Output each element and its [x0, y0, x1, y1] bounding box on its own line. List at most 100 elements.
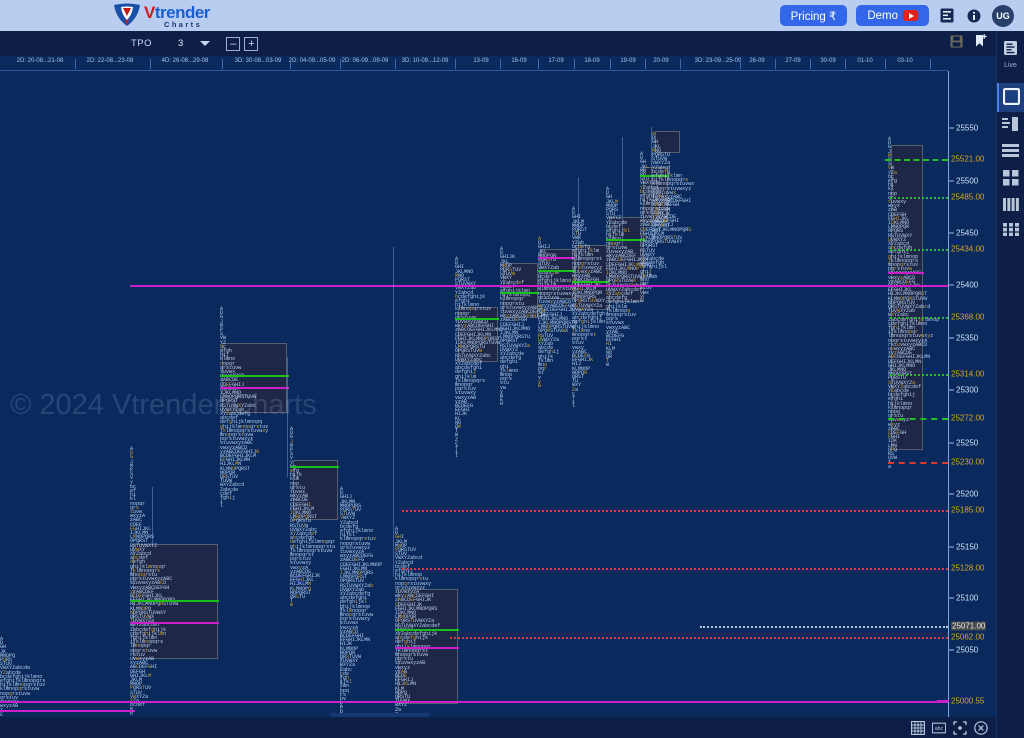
- date-axis-tick: [222, 59, 223, 69]
- abc-labels-icon[interactable]: abc: [932, 721, 946, 735]
- date-axis-tick: [845, 59, 846, 69]
- demo-label: Demo: [867, 9, 898, 22]
- svg-text:abc: abc: [935, 726, 944, 732]
- single-print-tick: [287, 357, 288, 477]
- sidebar-item-live[interactable]: Live: [997, 35, 1024, 71]
- price-axis-major-label: 25150: [949, 543, 978, 552]
- tpo-letter-row: W: [290, 602, 294, 609]
- reference-line: [700, 626, 948, 628]
- sidebar-item-columns[interactable]: [997, 193, 1024, 218]
- demo-button[interactable]: Demo: [856, 5, 929, 26]
- tpo-letter-row: B: [640, 298, 644, 304]
- poc-line: [395, 629, 459, 631]
- date-axis-tick: [930, 59, 931, 69]
- price-axis-major-label: 25100: [949, 594, 978, 603]
- crosshair-icon[interactable]: [953, 720, 967, 735]
- price-level-label[interactable]: 25314.00: [951, 370, 984, 379]
- single-print-tick: [340, 602, 341, 717]
- price-axis-major-label: 25200: [949, 490, 978, 499]
- tpo-period-value[interactable]: 3: [178, 38, 183, 49]
- price-level-label[interactable]: 25272.00: [951, 414, 984, 423]
- price-level-label[interactable]: 25521.00: [951, 155, 984, 164]
- date-axis-label: 20-09: [653, 58, 669, 64]
- date-axis-label: 27-09: [785, 58, 801, 64]
- date-axis-label: 2D: 22-08...23-08: [86, 58, 134, 64]
- price-level-label[interactable]: 25185.00: [951, 506, 984, 515]
- price-level-label[interactable]: 25434.00: [951, 245, 984, 254]
- date-axis-tick: [75, 59, 76, 69]
- date-axis-tick: [680, 59, 681, 69]
- youtube-play-icon: [903, 10, 918, 21]
- sidebar-item-grid-four[interactable]: [997, 165, 1024, 193]
- bottom-toolbar: abc: [0, 717, 996, 738]
- price-level-label[interactable]: 25230.00: [951, 458, 984, 467]
- date-axis-tick: [340, 59, 341, 69]
- avatar[interactable]: UG: [992, 4, 1014, 27]
- pricing-label: Pricing ₹: [790, 10, 837, 23]
- chart-toolbar: TPO 3 – +: [0, 31, 996, 57]
- price-axis-major-label: 25050: [949, 646, 978, 655]
- reference-line: [450, 637, 948, 639]
- price-level-label[interactable]: 25071.00: [951, 621, 987, 631]
- date-axis-label: 2D: 04-09...05-09: [288, 58, 336, 64]
- date-axis-label: 3D: 10-09...12-09: [401, 58, 449, 64]
- sidebar-item-live-label: Live: [1004, 62, 1017, 69]
- chart-plot-area[interactable]: © 2024 Vtrender Charts A D GH JK MNOPQ PQRS ST…: [0, 71, 948, 717]
- increment-button[interactable]: +: [244, 36, 259, 51]
- price-level-label[interactable]: 25368.00: [951, 313, 984, 322]
- reference-line: [0, 701, 948, 703]
- date-axis-label: 13-09: [473, 58, 489, 64]
- date-axis-label: 17-09: [548, 58, 564, 64]
- tpo-letter-row: l: [572, 403, 576, 410]
- poc-line: [500, 292, 539, 294]
- price-axis-major-label: 25300: [949, 386, 978, 395]
- price-level-label[interactable]: 25000.55: [951, 697, 984, 706]
- pricing-button[interactable]: Pricing ₹: [779, 5, 848, 26]
- magenta-reference-line: [220, 387, 289, 389]
- date-axis[interactable]: 2D: 20-08...21-08 2D: 22-08...23-08 4D: 26…: [0, 57, 948, 71]
- reference-line: [0, 710, 135, 712]
- sidebar-item-grid-nine[interactable]: [997, 218, 1024, 243]
- notes-icon[interactable]: [938, 7, 956, 25]
- magenta-reference-line: [130, 622, 219, 624]
- date-axis-tick: [885, 59, 886, 69]
- price-axis-major-label: 25400: [949, 281, 978, 290]
- date-axis-label: 26-09: [749, 58, 765, 64]
- date-axis-tick: [645, 59, 646, 69]
- split-pane-icon: [1002, 117, 1019, 137]
- date-axis-label: 30-09: [820, 58, 836, 64]
- stacked-rows-icon: [1002, 144, 1019, 163]
- bookmark-add-icon[interactable]: [974, 34, 988, 53]
- reference-line: [402, 510, 948, 512]
- close-circle-icon[interactable]: [974, 720, 988, 735]
- sidebar-item-single-pane[interactable]: [996, 83, 1024, 112]
- date-axis-label: 01-10: [857, 58, 873, 64]
- avatar-initials: UG: [996, 10, 1010, 21]
- sidebar-item-split-pane[interactable]: [997, 112, 1024, 139]
- decrement-button[interactable]: –: [226, 36, 241, 51]
- save-icon[interactable]: [950, 35, 963, 53]
- date-axis-label: 18-09: [584, 58, 600, 64]
- reference-line: [888, 462, 948, 464]
- tpo-letter-row: l: [455, 453, 459, 460]
- toolbar-right-actions: [950, 34, 988, 53]
- info-icon[interactable]: [965, 7, 983, 25]
- single-print-tick: [393, 247, 394, 577]
- vtrender-logo-icon: [112, 2, 142, 28]
- brand-logo[interactable]: Vtrender Charts: [112, 2, 210, 29]
- tpo-letter-row: B: [538, 383, 542, 389]
- live-document-icon: [1003, 40, 1018, 61]
- single-print-tick: [152, 487, 153, 547]
- date-axis-label: 3D: 30-08...03-09: [234, 58, 282, 64]
- chevron-down-icon[interactable]: [200, 41, 211, 46]
- price-level-label[interactable]: 25062.00: [951, 633, 984, 642]
- date-axis-tick: [810, 59, 811, 69]
- sidebar-item-stacked-rows[interactable]: [997, 139, 1024, 165]
- price-level-label[interactable]: 25128.00: [951, 564, 984, 573]
- grid-toggle-icon[interactable]: [911, 720, 925, 735]
- chart-panel[interactable]: 2D: 20-08...21-08 2D: 22-08...23-08 4D: 26…: [0, 57, 996, 717]
- right-sidebar: Live: [996, 31, 1024, 738]
- price-level-label[interactable]: 25485.00: [951, 193, 984, 202]
- price-axis[interactable]: 25550 25500 25450 25400 25350 25300 25250 25200…: [937, 71, 996, 717]
- magenta-reference-line: [888, 272, 924, 274]
